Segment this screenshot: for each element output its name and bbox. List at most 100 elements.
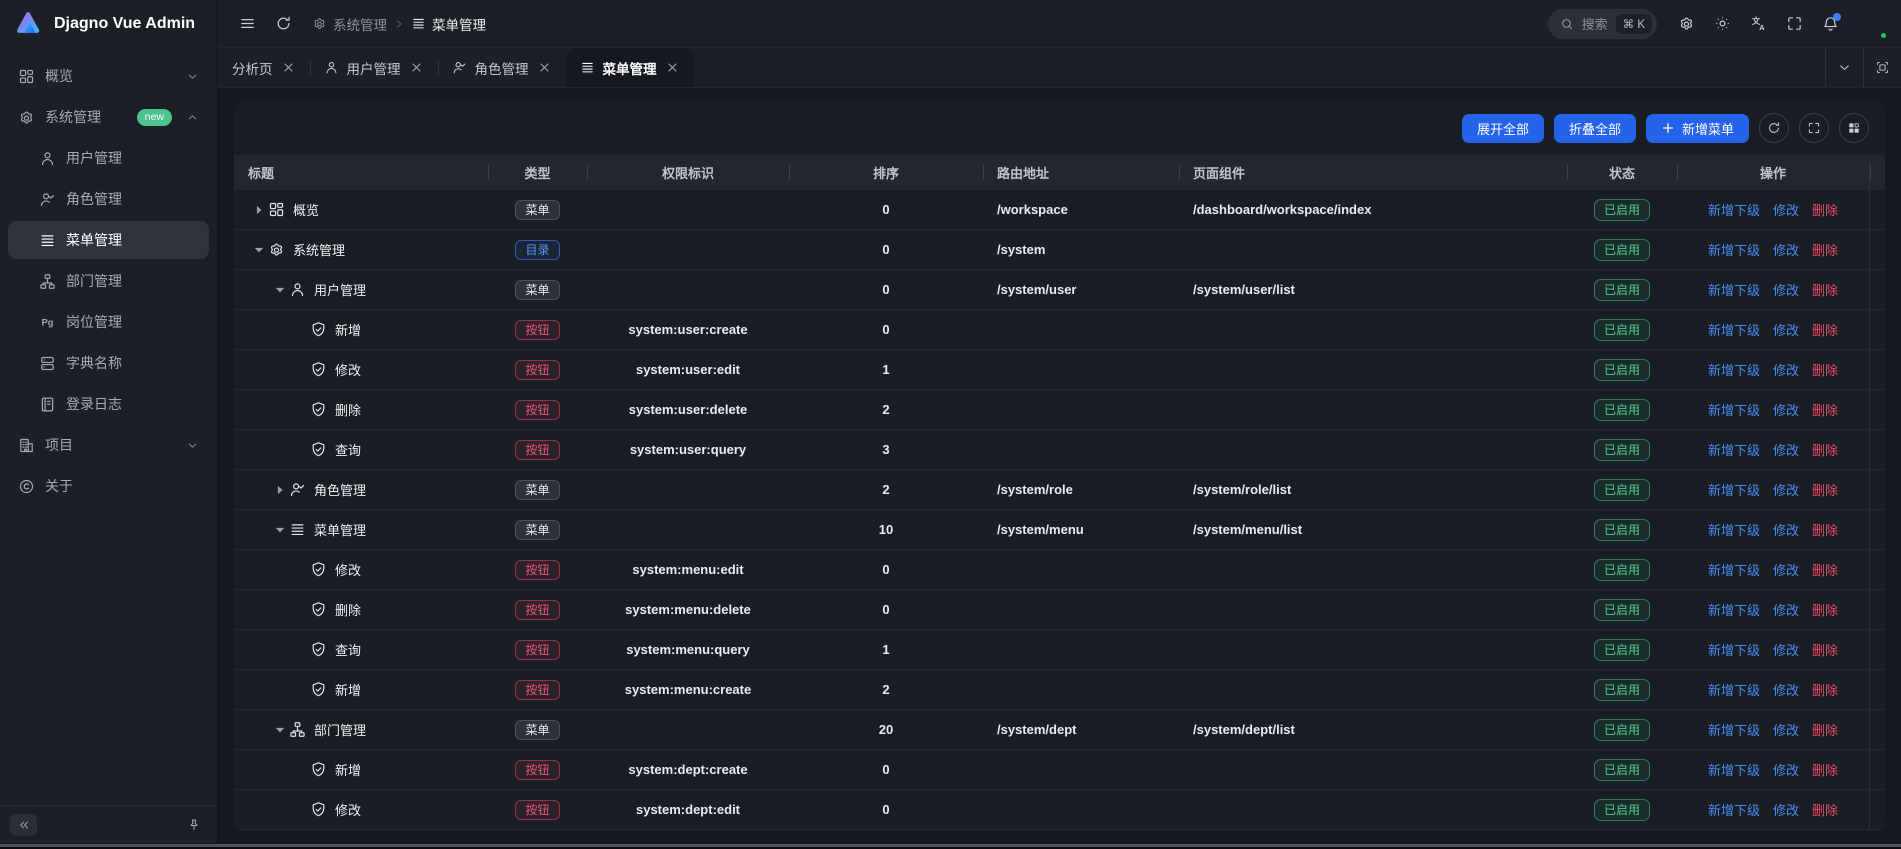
delete-link[interactable]: 删除 — [1812, 440, 1838, 459]
add-child-link[interactable]: 新增下级 — [1708, 720, 1760, 739]
sidebar-item-project[interactable]: 项目 — [8, 426, 209, 464]
theme-toggle-button[interactable] — [1707, 9, 1737, 39]
edit-link[interactable]: 修改 — [1773, 240, 1799, 259]
sidebar-item-dict[interactable]: 字典名称 — [8, 344, 209, 382]
status-cell: 已启用 — [1567, 310, 1677, 349]
edit-link[interactable]: 修改 — [1773, 280, 1799, 299]
settings-button[interactable] — [1671, 9, 1701, 39]
add-child-link[interactable]: 新增下级 — [1708, 520, 1760, 539]
caret-down-icon[interactable] — [271, 523, 289, 537]
add-child-link[interactable]: 新增下级 — [1708, 440, 1760, 459]
caret-down-icon[interactable] — [250, 243, 268, 257]
delete-link[interactable]: 删除 — [1812, 520, 1838, 539]
delete-link[interactable]: 删除 — [1812, 720, 1838, 739]
close-icon[interactable] — [409, 60, 424, 75]
edit-link[interactable]: 修改 — [1773, 680, 1799, 699]
edit-link[interactable]: 修改 — [1773, 200, 1799, 219]
sidebar-collapse-button[interactable] — [10, 814, 37, 836]
add-child-link[interactable]: 新增下级 — [1708, 320, 1760, 339]
add-child-link[interactable]: 新增下级 — [1708, 360, 1760, 379]
sidebar-item-log[interactable]: 登录日志 — [8, 385, 209, 423]
delete-link[interactable]: 删除 — [1812, 680, 1838, 699]
user-avatar[interactable] — [1857, 9, 1887, 39]
delete-link[interactable]: 删除 — [1812, 200, 1838, 219]
tab-角色管理[interactable]: 角色管理 — [438, 48, 566, 87]
expand-all-button[interactable]: 展开全部 — [1462, 114, 1544, 143]
close-icon[interactable] — [537, 60, 552, 75]
fullscreen-button[interactable] — [1779, 9, 1809, 39]
add-menu-button[interactable]: 新增菜单 — [1646, 114, 1749, 143]
breadcrumb-item-system[interactable]: 系统管理 — [312, 14, 387, 34]
column-settings-button[interactable] — [1839, 113, 1869, 143]
add-child-link[interactable]: 新增下级 — [1708, 800, 1760, 819]
add-child-link[interactable]: 新增下级 — [1708, 600, 1760, 619]
page-refresh-button[interactable] — [268, 9, 298, 39]
delete-link[interactable]: 删除 — [1812, 760, 1838, 779]
logo-row[interactable]: Djagno Vue Admin — [0, 0, 217, 48]
sidebar-toggle-button[interactable] — [232, 9, 262, 39]
tab-分析页[interactable]: 分析页 — [218, 48, 310, 87]
global-search[interactable]: 搜索 ⌘ K — [1548, 9, 1657, 39]
sidebar-item-role[interactable]: 角色管理 — [8, 180, 209, 218]
delete-link[interactable]: 删除 — [1812, 480, 1838, 499]
edit-link[interactable]: 修改 — [1773, 360, 1799, 379]
delete-link[interactable]: 删除 — [1812, 800, 1838, 819]
edit-link[interactable]: 修改 — [1773, 400, 1799, 419]
delete-link[interactable]: 删除 — [1812, 640, 1838, 659]
add-child-link[interactable]: 新增下级 — [1708, 400, 1760, 419]
edit-link[interactable]: 修改 — [1773, 760, 1799, 779]
add-child-link[interactable]: 新增下级 — [1708, 560, 1760, 579]
table-refresh-button[interactable] — [1759, 113, 1789, 143]
delete-link[interactable]: 删除 — [1812, 360, 1838, 379]
edit-link[interactable]: 修改 — [1773, 800, 1799, 819]
sidebar-pin-button[interactable] — [180, 814, 207, 836]
close-icon[interactable] — [281, 60, 296, 75]
row-spacer — [1869, 790, 1885, 829]
sidebar-item-about[interactable]: 关于 — [8, 467, 209, 505]
delete-link[interactable]: 删除 — [1812, 280, 1838, 299]
delete-link[interactable]: 删除 — [1812, 240, 1838, 259]
breadcrumb-item-menu[interactable]: 菜单管理 — [411, 14, 486, 34]
order-value: 0 — [882, 242, 889, 257]
sidebar-item-pg[interactable]: Pg岗位管理 — [8, 303, 209, 341]
edit-link[interactable]: 修改 — [1773, 640, 1799, 659]
delete-link[interactable]: 删除 — [1812, 400, 1838, 419]
edit-link[interactable]: 修改 — [1773, 520, 1799, 539]
table-row: 菜单管理菜单10/system/menu/system/menu/list已启用… — [234, 510, 1885, 550]
caret-down-icon[interactable] — [271, 283, 289, 297]
permission-cell — [587, 710, 789, 749]
edit-link[interactable]: 修改 — [1773, 600, 1799, 619]
delete-link[interactable]: 删除 — [1812, 560, 1838, 579]
add-child-link[interactable]: 新增下级 — [1708, 640, 1760, 659]
sidebar-item-gear[interactable]: 系统管理new — [8, 98, 209, 136]
edit-link[interactable]: 修改 — [1773, 440, 1799, 459]
caret-down-icon[interactable] — [271, 723, 289, 737]
tab-maximize-button[interactable] — [1863, 48, 1901, 87]
tabs-dropdown-button[interactable] — [1825, 48, 1863, 87]
sidebar-item-dept[interactable]: 部门管理 — [8, 262, 209, 300]
caret-right-icon[interactable] — [271, 483, 289, 497]
add-child-link[interactable]: 新增下级 — [1708, 680, 1760, 699]
add-child-link[interactable]: 新增下级 — [1708, 480, 1760, 499]
add-child-link[interactable]: 新增下级 — [1708, 240, 1760, 259]
language-button[interactable]: 文A — [1743, 9, 1773, 39]
collapse-all-button[interactable]: 折叠全部 — [1554, 114, 1636, 143]
delete-link[interactable]: 删除 — [1812, 320, 1838, 339]
add-child-link[interactable]: 新增下级 — [1708, 760, 1760, 779]
notifications-button[interactable] — [1815, 9, 1845, 39]
tab-用户管理[interactable]: 用户管理 — [310, 48, 438, 87]
sidebar-item-dashboard[interactable]: 概览 — [8, 57, 209, 95]
edit-link[interactable]: 修改 — [1773, 480, 1799, 499]
sidebar-item-user[interactable]: 用户管理 — [8, 139, 209, 177]
caret-right-icon[interactable] — [250, 203, 268, 217]
close-icon[interactable] — [665, 60, 680, 75]
sidebar-item-menu[interactable]: 菜单管理 — [8, 221, 209, 259]
add-child-link[interactable]: 新增下级 — [1708, 280, 1760, 299]
tab-菜单管理[interactable]: 菜单管理 — [566, 48, 694, 87]
edit-link[interactable]: 修改 — [1773, 720, 1799, 739]
delete-link[interactable]: 删除 — [1812, 600, 1838, 619]
table-fullscreen-button[interactable] — [1799, 113, 1829, 143]
edit-link[interactable]: 修改 — [1773, 320, 1799, 339]
add-child-link[interactable]: 新增下级 — [1708, 200, 1760, 219]
edit-link[interactable]: 修改 — [1773, 560, 1799, 579]
